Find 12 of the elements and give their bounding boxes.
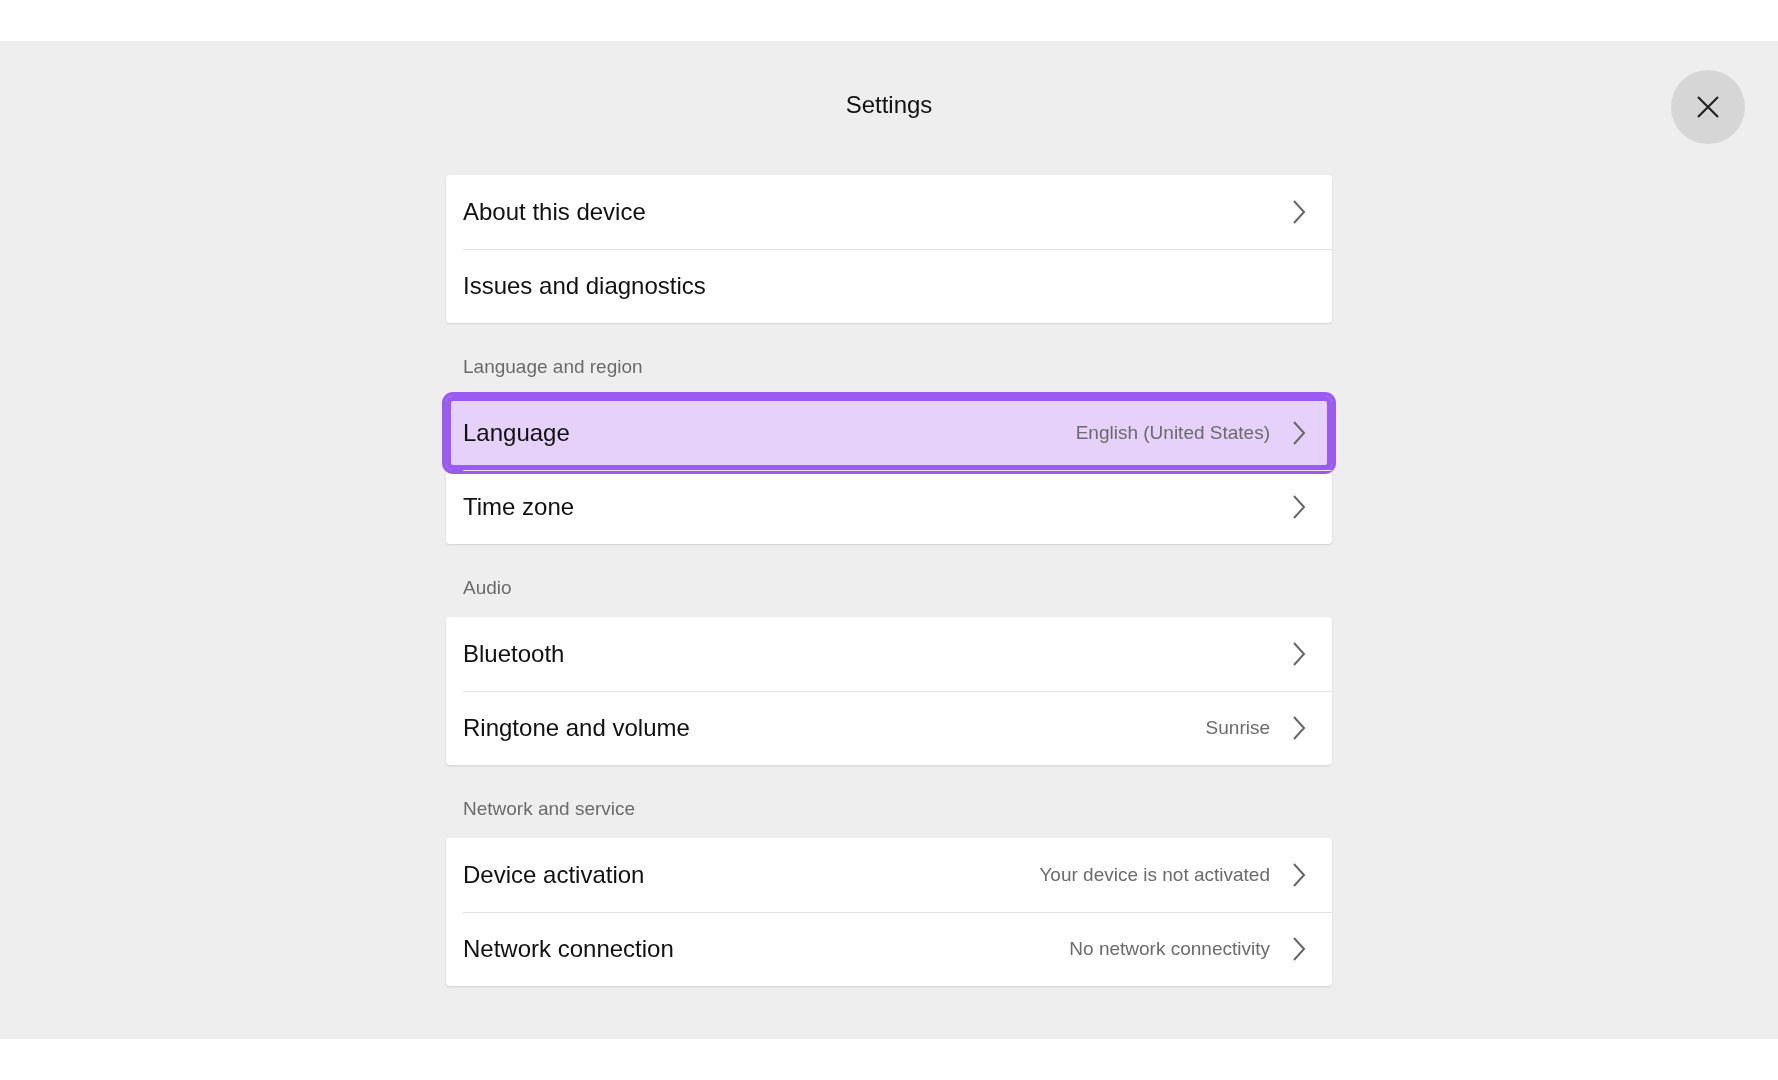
settings-row[interactable]: Ringtone and volume Sunrise: [446, 691, 1332, 765]
section-heading: Language and region: [462, 355, 644, 379]
settings-row[interactable]: Network connection No network connectivity: [446, 912, 1332, 986]
settings-row[interactable]: Time zone: [446, 470, 1332, 544]
section-heading: Network and service: [462, 797, 637, 821]
settings-row[interactable]: Bluetooth: [446, 617, 1332, 691]
page-title: Settings: [845, 91, 933, 119]
settings-row[interactable]: Device activation Your device is not activated: [446, 838, 1332, 912]
settings-row[interactable]: Issues and diagnostics: [446, 249, 1332, 323]
section-heading: Audio: [462, 576, 513, 600]
settings-row[interactable]: About this device: [446, 175, 1332, 249]
close-icon: [1696, 95, 1720, 119]
